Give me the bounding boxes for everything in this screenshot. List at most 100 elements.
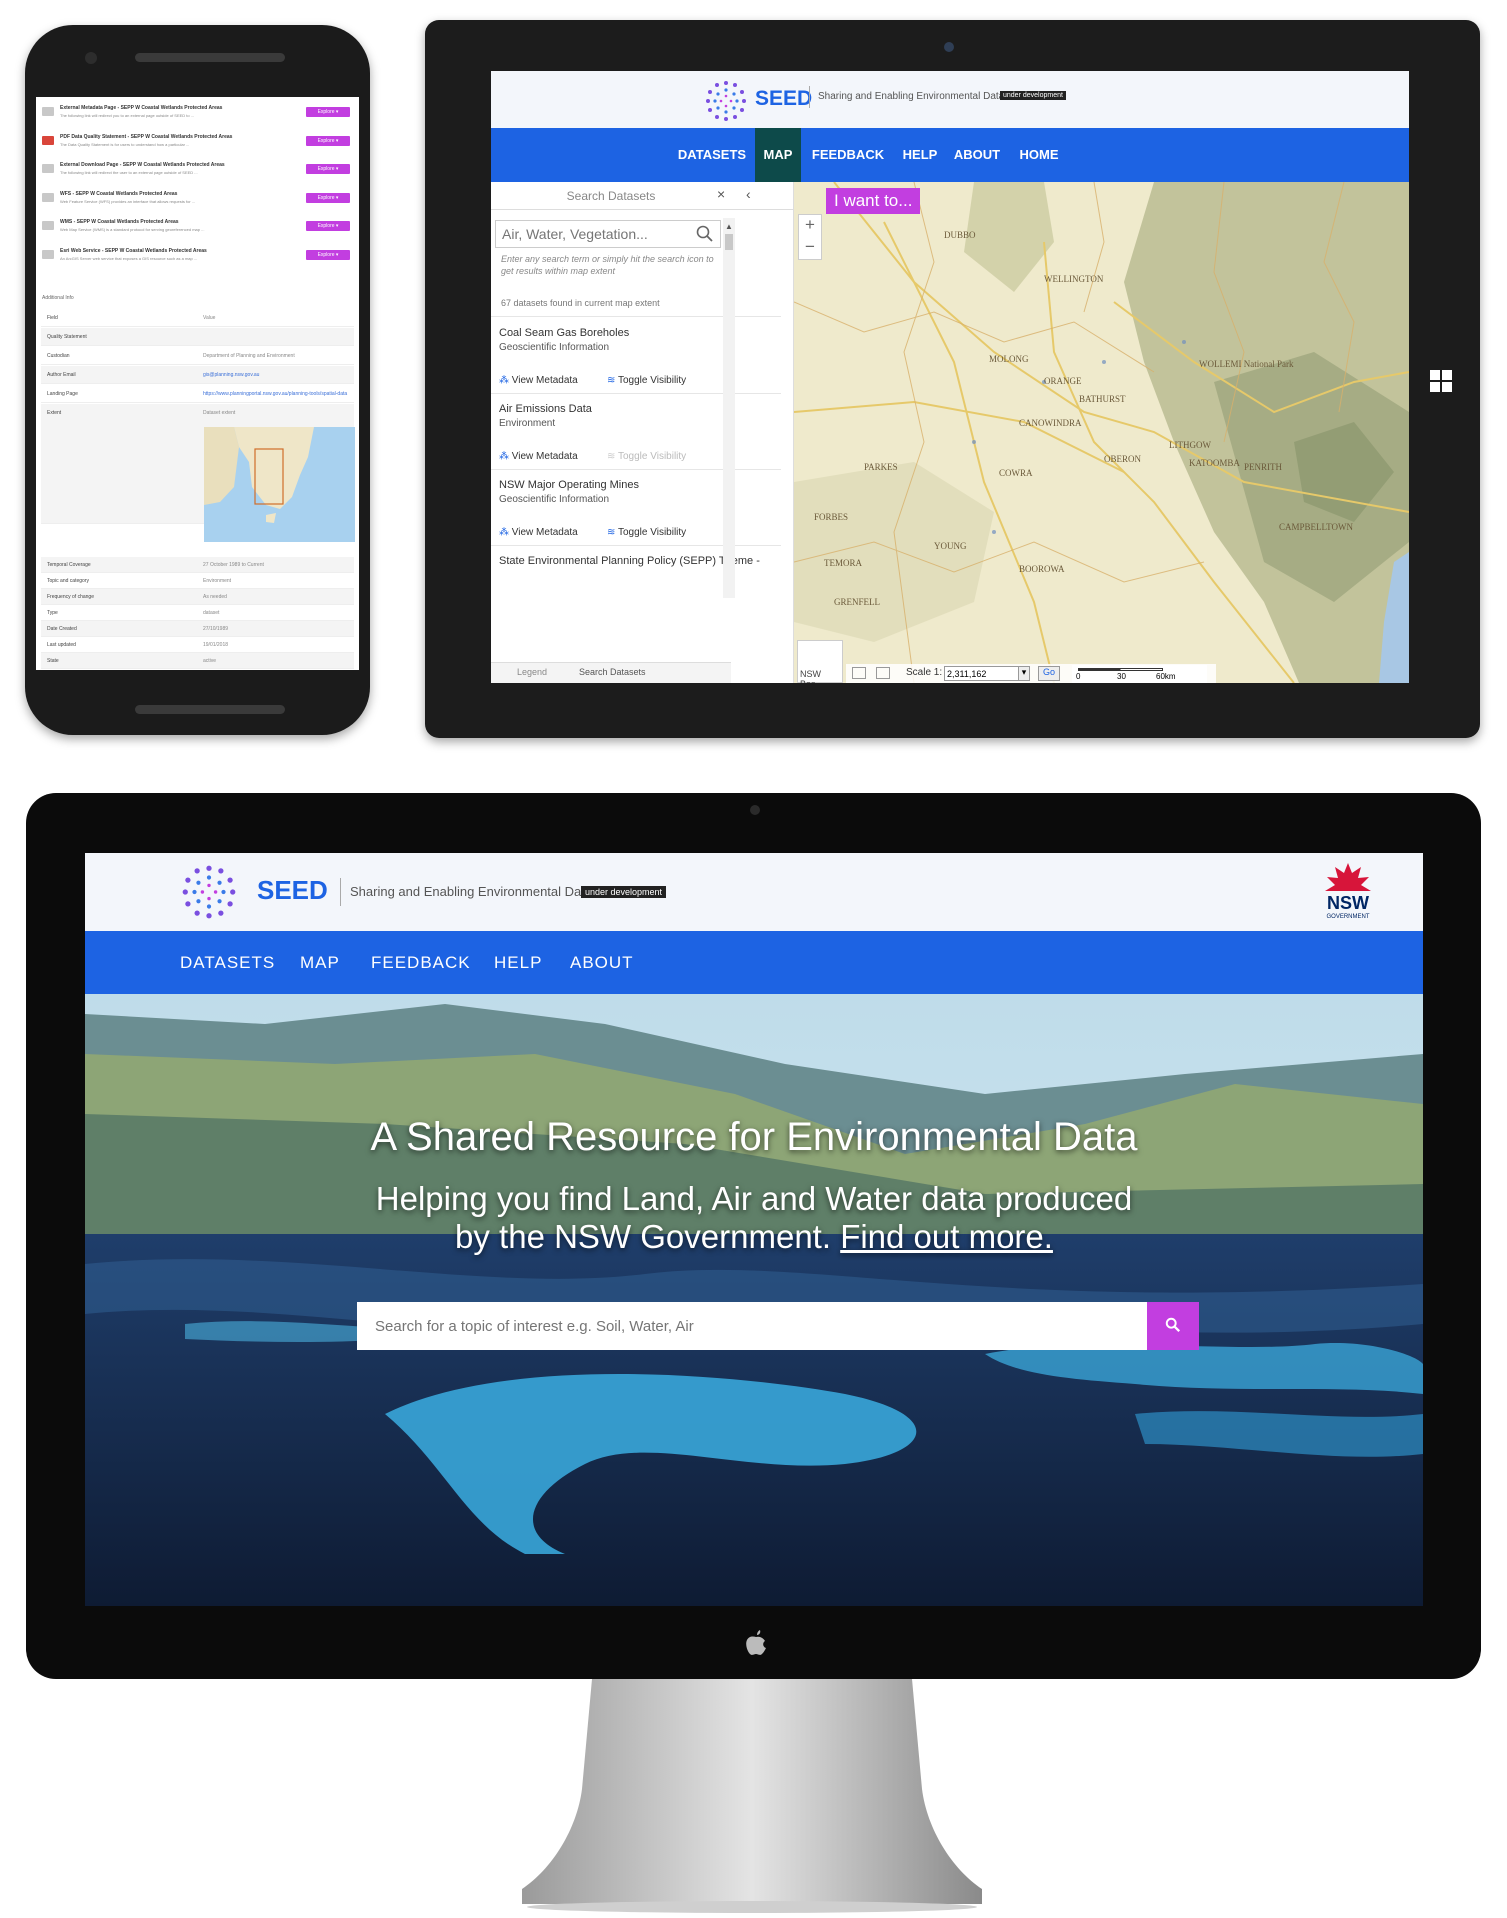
divider xyxy=(491,545,781,546)
row-key: Topic and category xyxy=(47,578,89,584)
basemap-switcher[interactable]: NSW Bas... xyxy=(797,640,843,683)
map-place-label: DUBBO xyxy=(944,230,976,240)
scrollbar-thumb[interactable] xyxy=(725,234,733,250)
resource-title[interactable]: PDF Data Quality Statement - SEPP W Coas… xyxy=(60,134,232,140)
dataset-name[interactable]: NSW Major Operating Mines xyxy=(499,479,779,491)
search-icon xyxy=(1165,1317,1181,1332)
scale-label: Scale 1: xyxy=(906,667,943,678)
scale-dropdown-icon[interactable]: ▾ xyxy=(1018,666,1030,681)
scalebar-60: 60km xyxy=(1156,672,1176,681)
resource-title[interactable]: WFS - SEPP W Coastal Wetlands Protected … xyxy=(60,191,177,197)
windows-icon[interactable] xyxy=(1430,370,1452,392)
row-value[interactable]: https://www.planningportal.nsw.gov.au/pl… xyxy=(203,391,347,397)
resource-title[interactable]: WMS - SEPP W Coastal Wetlands Protected … xyxy=(60,219,179,225)
hero-search-button[interactable] xyxy=(1147,1302,1199,1350)
scalebar-0: 0 xyxy=(1076,672,1081,681)
metadata-icon: ⁂ xyxy=(499,451,509,462)
search-icon[interactable] xyxy=(696,225,714,243)
row-value[interactable]: gis@planning.nsw.gov.au xyxy=(203,372,259,378)
panel-scrollbar[interactable]: ▲ xyxy=(723,218,735,598)
resource-title[interactable]: Esri Web Service - SEPP W Coastal Wetlan… xyxy=(60,248,207,254)
hero-search-input[interactable] xyxy=(357,1302,1147,1350)
view-metadata-button[interactable]: ⁂ View Metadata xyxy=(499,527,578,538)
dataset-item[interactable]: Coal Seam Gas Boreholes Geoscientific Inf… xyxy=(499,327,779,353)
dataset-name[interactable]: Air Emissions Data xyxy=(499,403,779,415)
view-metadata-button[interactable]: ⁂ View Metadata xyxy=(499,451,578,462)
main-nav: DATASETS MAP FEEDBACK HELP ABOUT HOME xyxy=(491,128,1409,182)
dataset-name[interactable]: Coal Seam Gas Boreholes xyxy=(499,327,779,339)
scalebar-bar xyxy=(1078,668,1163,671)
scale-input[interactable] xyxy=(944,666,1026,681)
dataset-search-input[interactable] xyxy=(496,221,686,247)
resource-title[interactable]: External Metadata Page - SEPP W Coastal … xyxy=(60,105,222,111)
dataset-item[interactable]: NSW Major Operating Mines Geoscientific I… xyxy=(499,479,779,505)
dataset-item[interactable]: State Environmental Planning Policy (SEP… xyxy=(499,555,779,570)
find-out-more-link[interactable]: Find out more. xyxy=(840,1218,1053,1255)
nav-map[interactable]: MAP xyxy=(300,931,340,994)
toggle-visibility-button[interactable]: ≋ Toggle Visibility xyxy=(607,375,686,386)
table-row: Field Value xyxy=(41,309,354,327)
measure-icon[interactable] xyxy=(852,667,866,679)
map-view[interactable]: DUBBO WELLINGTON MOLONG ORANGE BATHURST CANOW… xyxy=(794,182,1409,683)
map-place-label: FORBES xyxy=(814,512,849,522)
row-value: As needed xyxy=(203,594,227,600)
row-key: Frequency of change xyxy=(47,594,94,600)
resource-title[interactable]: External Download Page - SEPP W Coastal … xyxy=(60,162,225,168)
nav-map[interactable]: MAP xyxy=(755,128,801,182)
dataset-item[interactable]: Air Emissions Data Environment xyxy=(499,403,779,429)
explore-label: Explore xyxy=(317,137,335,144)
table-row: Author Email gis@planning.nsw.gov.au xyxy=(41,366,354,384)
explore-button[interactable]: Explore ▾ xyxy=(306,107,350,117)
scale-go-button[interactable]: Go xyxy=(1038,666,1060,681)
tablet-screen: SEED Sharing and Enabling Environmental … xyxy=(491,71,1409,683)
nav-about[interactable]: ABOUT xyxy=(945,128,1009,182)
nav-help[interactable]: HELP xyxy=(494,931,542,994)
toggle-visibility-button[interactable]: ≋ Toggle Visibility xyxy=(607,527,686,538)
explore-button[interactable]: Explore ▾ xyxy=(306,164,350,174)
map-place-label: TEMORA xyxy=(824,558,862,568)
toggle-visibility-button[interactable]: ≋ Toggle Visibility xyxy=(607,451,686,462)
brand-name[interactable]: SEED xyxy=(257,875,328,906)
phone-camera xyxy=(85,52,97,64)
map-place-label: GRENFELL xyxy=(834,597,880,607)
i-want-to-button[interactable]: I want to... xyxy=(826,188,921,214)
collapse-chevron-icon[interactable]: ‹ xyxy=(746,186,751,202)
search-hint: Enter any search term or simply hit the … xyxy=(501,254,714,276)
resource-row: WMS - SEPP W Coastal Wetlands Protected … xyxy=(42,217,352,239)
dataset-name[interactable]: State Environmental Planning Policy (SEP… xyxy=(499,555,779,567)
scroll-up-icon[interactable]: ▲ xyxy=(725,222,733,231)
zoom-in-icon[interactable]: + xyxy=(799,215,821,237)
nsw-government-logo[interactable]: NSW GOVERNMENT xyxy=(1313,861,1383,925)
resource-row: PDF Data Quality Statement - SEPP W Coas… xyxy=(42,132,352,154)
page-icon xyxy=(42,107,54,116)
map-place-label: CAMPBELLTOWN xyxy=(1279,522,1354,532)
map-place-label: MOLONG xyxy=(989,354,1029,364)
row-value: dataset xyxy=(203,610,220,616)
legend-tab[interactable]: Legend xyxy=(517,667,547,677)
table-row: Type dataset xyxy=(41,605,354,621)
desktop-monitor: SEED Sharing and Enabling Environmental … xyxy=(26,793,1481,1679)
print-icon[interactable] xyxy=(876,667,890,679)
explore-button[interactable]: Explore ▾ xyxy=(306,249,350,260)
nav-feedback[interactable]: FEEDBACK xyxy=(371,931,471,994)
explore-button[interactable]: Explore ▾ xyxy=(306,135,350,146)
search-datasets-tab[interactable]: Search Datasets xyxy=(579,667,646,677)
zoom-out-icon[interactable]: − xyxy=(799,237,821,259)
nav-datasets[interactable]: DATASETS xyxy=(180,931,275,994)
nav-about[interactable]: ABOUT xyxy=(570,931,634,994)
row-key: Custodian xyxy=(47,353,70,359)
view-metadata-button[interactable]: ⁂ View Metadata xyxy=(499,375,578,386)
explore-button[interactable]: Explore ▾ xyxy=(306,192,350,203)
nav-datasets[interactable]: DATASETS xyxy=(669,128,755,182)
row-key: Type xyxy=(47,610,58,616)
map-place-label: PENRITH xyxy=(1244,462,1282,472)
nav-help[interactable]: HELP xyxy=(895,128,945,182)
nav-home[interactable]: HOME xyxy=(1009,128,1069,182)
close-icon[interactable]: × xyxy=(717,186,725,202)
row-value: 27 October 1989 to Current xyxy=(203,562,264,568)
explore-button[interactable]: Explore ▾ xyxy=(306,221,350,231)
nav-feedback[interactable]: FEEDBACK xyxy=(801,128,895,182)
pdf-icon xyxy=(42,135,54,145)
table-row: Last updated 19/01/2018 xyxy=(41,637,354,653)
site-header: SEED Sharing and Enabling Environmental … xyxy=(85,853,1423,931)
